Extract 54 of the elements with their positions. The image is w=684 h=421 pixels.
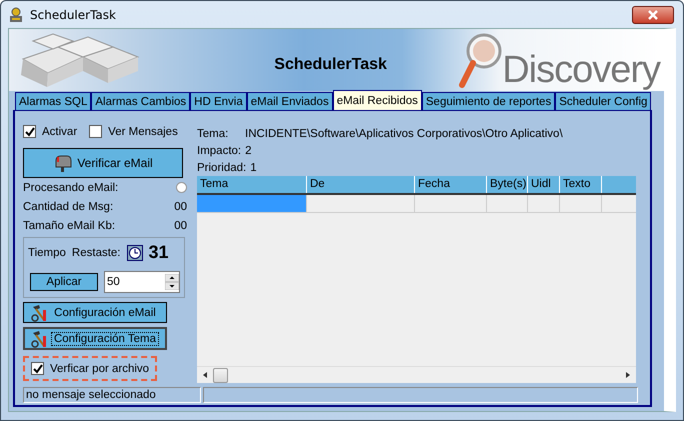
stat-label: Cantidad de Msg: <box>23 200 114 212</box>
tab[interactable]: HD Envia <box>190 92 247 110</box>
check-icon <box>32 364 42 374</box>
remaining-value: 31 <box>148 242 169 263</box>
checkbox[interactable]: Ver Mensajes <box>89 125 178 138</box>
processing-label: Procesando eMail: <box>23 182 118 194</box>
tab[interactable]: Seguimiento de reportes <box>422 92 556 110</box>
detail-label: Prioridad: <box>197 162 246 174</box>
magnifier-icon <box>458 31 502 89</box>
check-icon <box>24 126 34 136</box>
timer-label: Tiempo <box>28 246 66 258</box>
column-header[interactable]: Uidl <box>528 176 560 193</box>
stat-value: 00 <box>174 220 187 232</box>
banner-title: SchedulerTask <box>273 55 388 74</box>
clock-icon <box>126 244 142 260</box>
column-header[interactable]: Fecha <box>415 176 487 193</box>
detail-label: Tema: <box>197 128 230 140</box>
detail-value: 1 <box>250 162 257 174</box>
column-header[interactable]: Texto <box>560 176 602 193</box>
column-header[interactable]: Tema <box>197 176 307 193</box>
remaining-label: Restaste: <box>72 246 120 258</box>
apply-button[interactable]: Aplicar <box>30 273 98 291</box>
checkbox[interactable]: Activar <box>23 125 78 138</box>
tab[interactable]: Alarmas Cambios <box>91 92 190 110</box>
tab[interactable]: eMail Enviados <box>246 92 333 110</box>
spin-arrows-icon <box>165 274 179 290</box>
status-text: no mensaje seleccionado <box>23 387 201 403</box>
verify-email-button[interactable]: Verificar eMail <box>23 148 183 178</box>
stat-value: 00 <box>174 200 187 212</box>
tab[interactable]: Scheduler Config <box>555 92 652 110</box>
tab[interactable]: Alarmas SQL <box>15 92 92 110</box>
column-header[interactable]: Byte(s) <box>487 176 528 193</box>
radio-button[interactable] <box>176 182 187 193</box>
detail-value: 2 <box>245 144 252 156</box>
scroll-left-icon[interactable] <box>201 371 209 379</box>
mailbox-icon <box>53 153 74 173</box>
config-button[interactable]: Configuración Tema <box>23 327 167 350</box>
detail-label: Impacto: <box>197 144 242 156</box>
horizontal-scrollbar[interactable] <box>197 366 636 383</box>
config-button[interactable]: Configuración eMail <box>23 302 167 323</box>
close-icon <box>647 10 659 20</box>
scroll-thumb[interactable] <box>213 368 228 382</box>
stat-label: Tamaño eMail Kb: <box>23 220 116 232</box>
window-title: SchedulerTask <box>30 8 117 22</box>
close-button[interactable] <box>632 6 674 24</box>
interval-spinner[interactable]: 50 <box>104 271 180 293</box>
logo-text: Discovery <box>502 51 660 89</box>
column-header[interactable]: De <box>307 176 415 193</box>
tab[interactable]: eMail Recibidos <box>332 90 422 110</box>
checkbox[interactable]: Verficar por archivo <box>31 362 151 375</box>
detail-value: INCIDENTE\Software\Aplicativos Corporativos\Otro Aplicativo\ <box>245 128 563 140</box>
app-icon <box>8 6 24 22</box>
scroll-right-icon[interactable] <box>624 371 632 379</box>
tools-icon <box>30 330 49 348</box>
